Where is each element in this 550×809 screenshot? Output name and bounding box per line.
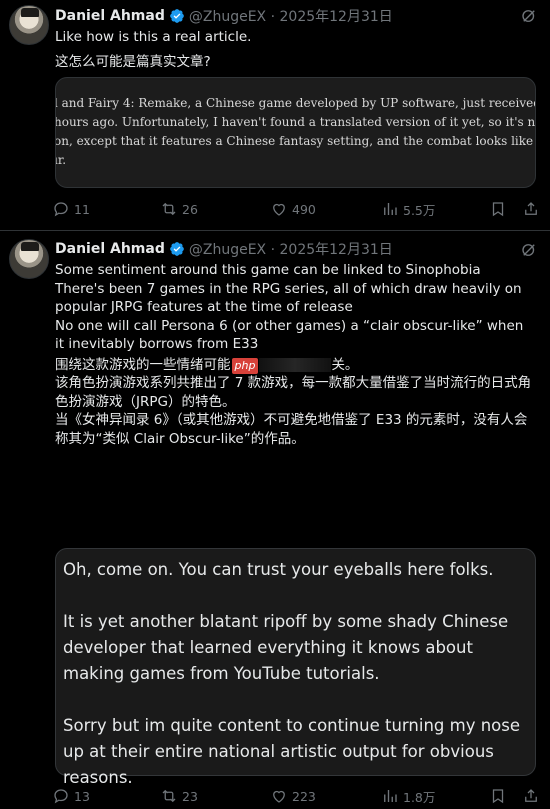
avatar[interactable] — [9, 239, 49, 279]
tweet-actions: 11 26 490 5.5万 — [52, 199, 542, 219]
like-button[interactable]: 490 — [270, 200, 316, 218]
reply-icon — [54, 202, 68, 217]
handle-and-date[interactable]: @ZhugeEX · 2025年12月31日 — [189, 6, 393, 26]
tweet-line: 这怎么可能是篇真实文章? — [55, 53, 211, 70]
reply-icon — [54, 789, 68, 804]
heart-icon — [273, 203, 285, 216]
share-icon — [525, 202, 537, 215]
repost-icon — [162, 202, 176, 216]
verified-badge-icon — [170, 9, 184, 23]
tweet-paragraph: Some sentiment around this game can be l… — [55, 262, 481, 278]
tweet-paragraph: No one will call Persona 6 (or other gam… — [55, 317, 524, 353]
heart-icon — [273, 790, 285, 803]
verified-badge-icon — [170, 242, 184, 256]
bookmark-button[interactable] — [489, 200, 507, 218]
bookmark-icon — [492, 789, 504, 804]
like-count: 223 — [292, 788, 316, 804]
reply-count: 13 — [74, 788, 90, 804]
views-icon — [384, 203, 397, 215]
share-icon — [525, 789, 537, 802]
reply-button[interactable]: 13 — [52, 787, 90, 805]
grok-icon[interactable] — [520, 241, 538, 259]
bookmark-button[interactable] — [489, 787, 507, 805]
like-button[interactable]: 223 — [270, 787, 316, 805]
tweet-text: Some sentiment around this game can be l… — [55, 261, 535, 448]
quoted-text-card[interactable]: Oh, come on. You can trust your eyeballs… — [55, 548, 536, 787]
repost-button[interactable]: 23 — [160, 787, 198, 805]
tweet-line: Like how is this a real article. — [55, 29, 252, 45]
watermark-badge: php — [231, 357, 259, 374]
view-count: 1.8万 — [403, 789, 436, 805]
bookmark-icon — [492, 202, 504, 217]
handle-and-date[interactable]: @ZhugeEX · 2025年12月31日 — [189, 239, 393, 259]
repost-icon — [162, 789, 176, 803]
tweet-header: Daniel Ahmad @ZhugeEX · 2025年12月31日 — [55, 6, 393, 26]
tweet-text: Like how is this a real article. 这怎么可能是篇… — [55, 28, 535, 71]
quote-paragraph: It is yet another blatant ripoff by some… — [63, 612, 509, 683]
share-button[interactable] — [522, 787, 540, 805]
repost-count: 26 — [182, 201, 198, 217]
tweet-header: Daniel Ahmad @ZhugeEX · 2025年12月31日 — [55, 239, 393, 259]
obscured-text — [259, 357, 332, 372]
views-icon — [384, 790, 397, 802]
view-count: 5.5万 — [403, 202, 436, 218]
like-count: 490 — [292, 201, 316, 217]
views-button[interactable]: 1.8万 — [381, 787, 435, 806]
reply-button[interactable]: 11 — [52, 200, 90, 218]
tweet-1[interactable]: Daniel Ahmad @ZhugeEX · 2025年12月31日 Like… — [0, 0, 550, 230]
share-button[interactable] — [522, 200, 540, 218]
tweet-paragraph-cn: 围绕这款游戏的一些情绪可能 php 关。 — [55, 356, 359, 374]
avatar[interactable] — [9, 5, 49, 45]
tweet-media-image[interactable]: l and Fairy 4: Remake, a Chinese game de… — [55, 77, 536, 188]
repost-button[interactable]: 26 — [160, 200, 198, 218]
tweet-paragraph-cn: 该角色扮演游戏系列共推出了 7 款游戏，每一款都大量借鉴了当时流行的日式角色扮演… — [55, 375, 532, 410]
author-name[interactable]: Daniel Ahmad — [55, 241, 165, 257]
grok-icon[interactable] — [520, 7, 538, 25]
article-screenshot-text: l and Fairy 4: Remake, a Chinese game de… — [55, 96, 536, 167]
quote-paragraph: Oh, come on. You can trust your eyeballs… — [63, 560, 494, 579]
views-button[interactable]: 5.5万 — [381, 200, 435, 219]
reply-count: 11 — [74, 201, 90, 217]
repost-count: 23 — [182, 788, 198, 804]
quote-paragraph: Sorry but im quite content to continue t… — [63, 716, 521, 787]
tweet-2[interactable]: Daniel Ahmad @ZhugeEX · 2025年12月31日 Some… — [0, 231, 550, 809]
tweet-paragraph-cn: 当《女神异闻录 6》（或其他游戏）不可避免地借鉴了 E33 的元素时，没有人会称… — [55, 412, 528, 447]
tweet-actions: 13 23 223 1.8万 — [52, 786, 542, 806]
author-name[interactable]: Daniel Ahmad — [55, 8, 165, 24]
tweet-paragraph: There's been 7 games in the RPG series, … — [55, 280, 522, 316]
